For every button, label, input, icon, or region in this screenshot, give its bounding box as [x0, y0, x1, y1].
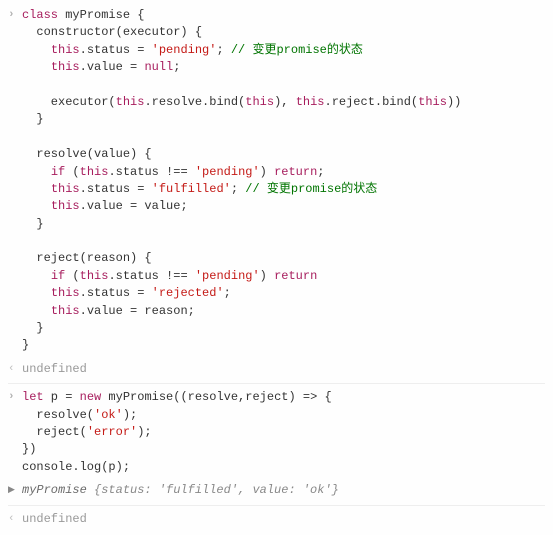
code-token: .resolve.bind( [144, 95, 245, 109]
console-entry: let p = new myPromise((resolve,reject) =… [8, 386, 545, 479]
code-token: ; [231, 182, 245, 196]
code-token: this [80, 269, 109, 283]
code-token: ) [260, 165, 274, 179]
code-token: if [51, 165, 65, 179]
code-token: this [51, 182, 80, 196]
code-token: return [274, 165, 317, 179]
code-token: .status !== [108, 165, 194, 179]
entry-content: undefined [22, 511, 545, 528]
console-entry: myPromise {status: 'fulfilled', value: '… [8, 479, 545, 502]
code-token: .reject.bind( [325, 95, 419, 109]
code-token: ( [65, 165, 79, 179]
code-token: .status = [80, 182, 152, 196]
code-token: this [116, 95, 145, 109]
code-token: this [418, 95, 447, 109]
code-token: if [51, 269, 65, 283]
code-token: ( [65, 269, 79, 283]
code-token: .status = [80, 286, 152, 300]
output-marker-icon [8, 361, 22, 378]
code-token: class [22, 8, 58, 22]
code-token: this [51, 286, 80, 300]
input-marker-icon [8, 389, 22, 406]
object-class-name: myPromise [22, 483, 87, 497]
code-token: return [274, 269, 317, 283]
code-token: 'ok' [94, 408, 123, 422]
code-token: this [51, 43, 80, 57]
code-token: 'pending' [195, 165, 260, 179]
code-token: 'error' [87, 425, 137, 439]
entry-content: myPromise {status: 'fulfilled', value: '… [22, 482, 545, 499]
code-token: let [22, 390, 44, 404]
code-token: ; [216, 43, 230, 57]
entry-content: undefined [22, 361, 545, 378]
code-token: this [51, 304, 80, 318]
code-token [22, 286, 51, 300]
code-token: 'fulfilled' [152, 182, 231, 196]
code-token: .value = [80, 60, 145, 74]
code-token: ), [274, 95, 296, 109]
code-token: this [245, 95, 274, 109]
code-token: // 变更promise的状态 [231, 43, 363, 57]
undefined-value: undefined [22, 512, 87, 526]
code-token: // 变更promise的状态 [245, 182, 377, 196]
code-token: new [80, 390, 102, 404]
code-token: ) [260, 269, 274, 283]
console-entry: undefined [8, 358, 545, 381]
code-token [22, 199, 51, 213]
code-token: this [51, 199, 80, 213]
code-token: p = [44, 390, 80, 404]
entry-content: class myPromise { constructor(executor) … [22, 7, 545, 355]
code-token: this [80, 165, 109, 179]
console-output[interactable]: class myPromise { constructor(executor) … [8, 4, 545, 531]
separator [8, 383, 545, 384]
console-entry: undefined [8, 508, 545, 531]
input-marker-icon [8, 7, 22, 24]
undefined-value: undefined [22, 362, 87, 376]
code-token: 'rejected' [152, 286, 224, 300]
code-token: this [296, 95, 325, 109]
object-preview[interactable]: {status: 'fulfilled', value: 'ok'} [87, 483, 339, 497]
output-marker-icon [8, 511, 22, 528]
code-token: this [51, 60, 80, 74]
code-token: .status !== [108, 269, 194, 283]
code-token: 'pending' [152, 43, 217, 57]
code-token [22, 60, 51, 74]
console-entry: class myPromise { constructor(executor) … [8, 4, 545, 358]
separator [8, 505, 545, 506]
code-token: null [144, 60, 173, 74]
code-token: .status = [80, 43, 152, 57]
code-token: 'pending' [195, 269, 260, 283]
entry-content: let p = new myPromise((resolve,reject) =… [22, 389, 545, 476]
expand-arrow-icon[interactable] [8, 482, 22, 499]
